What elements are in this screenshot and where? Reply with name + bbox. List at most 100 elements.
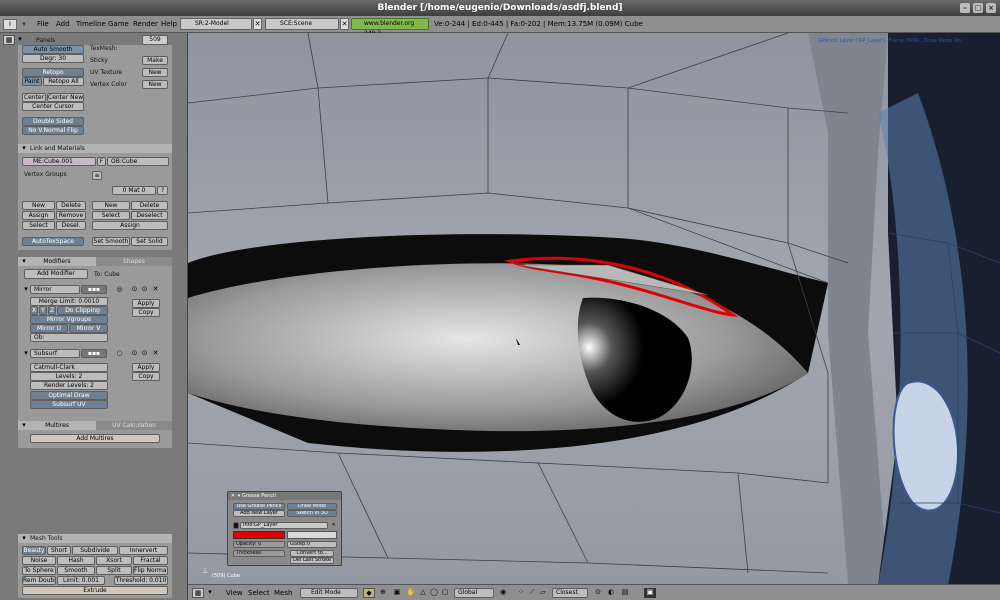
collapse-menu-icon[interactable]: ▾ bbox=[20, 20, 28, 29]
smooth-button[interactable]: Smooth bbox=[57, 566, 95, 575]
center-new-button[interactable]: Center New bbox=[47, 93, 84, 102]
menu-help[interactable]: Help bbox=[161, 20, 177, 28]
tab-shapes[interactable]: Shapes bbox=[96, 257, 172, 266]
select-edge-icon[interactable]: ⟋ bbox=[527, 588, 537, 598]
subsurf-apply-button[interactable]: Apply bbox=[132, 363, 160, 372]
retopo-button[interactable]: Retopo bbox=[22, 68, 84, 77]
vgroup-remove-button[interactable]: Remove bbox=[56, 211, 86, 220]
stroke-color-swatch[interactable] bbox=[233, 531, 285, 539]
pivot-icon[interactable]: ⊕ bbox=[378, 588, 388, 598]
screen-delete-icon[interactable]: ✕ bbox=[253, 18, 262, 30]
menu-select[interactable]: Select bbox=[248, 589, 270, 597]
modifiers-collapse-icon[interactable]: ▾ bbox=[20, 257, 28, 266]
layer-color-bar[interactable] bbox=[287, 531, 337, 539]
subsurf-levels-field[interactable]: Levels: 2 bbox=[30, 372, 108, 381]
noise-button[interactable]: Noise bbox=[22, 556, 56, 565]
menu-game[interactable]: Game bbox=[108, 20, 129, 28]
do-clipping-button[interactable]: Do Clipping bbox=[57, 306, 108, 315]
threshold-field[interactable]: Threshold: 0.010 bbox=[114, 576, 168, 585]
subsurf-move-up-icon[interactable]: ⊙ bbox=[130, 349, 139, 358]
tab-uv-calculation[interactable]: UV Calculation bbox=[96, 421, 172, 430]
mirror-u-button[interactable]: Mirror U bbox=[30, 324, 68, 333]
orientation-select[interactable]: Global bbox=[454, 588, 494, 598]
vertex-color-new-button[interactable]: New bbox=[142, 80, 168, 89]
limit-field[interactable]: Limit: 0.001 bbox=[57, 576, 105, 585]
split-button[interactable]: Split bbox=[96, 566, 132, 575]
draw-type-icon[interactable]: ◆ bbox=[363, 588, 375, 598]
to-sphere-button[interactable]: To Sphere bbox=[22, 566, 56, 575]
degr-field[interactable]: Degr: 30 bbox=[22, 54, 84, 63]
panels-collapse-icon[interactable]: ▾ bbox=[16, 35, 24, 45]
onion-skin-icon[interactable]: ◐ bbox=[606, 588, 616, 598]
mirror-move-down-icon[interactable]: ⊙ bbox=[140, 285, 149, 294]
hash-button[interactable]: Hash bbox=[57, 556, 95, 565]
link-materials-collapse-icon[interactable]: ▾ bbox=[20, 144, 28, 153]
material-select-button[interactable]: Select bbox=[92, 211, 130, 220]
subsurf-collapse-icon[interactable]: ▾ bbox=[22, 349, 30, 358]
multires-collapse-icon[interactable]: ▾ bbox=[20, 421, 28, 430]
layer-info-field[interactable]: Info:GP_Layer bbox=[240, 522, 328, 529]
mirror-object-field[interactable]: Ob: bbox=[30, 333, 108, 342]
snap-mode-select[interactable]: Closest bbox=[552, 588, 588, 598]
zoom-icon[interactable]: ▤ bbox=[620, 588, 630, 598]
auto-smooth-button[interactable]: Auto Smooth bbox=[22, 45, 84, 54]
subsurf-display-toggles[interactable]: ▪▪▪ bbox=[81, 349, 107, 358]
mirror-display-toggles[interactable]: ▪▪▪ bbox=[81, 285, 107, 294]
select-face-icon[interactable]: ▱ bbox=[538, 588, 548, 598]
blender-url-link[interactable]: www.blender.org 249.2 bbox=[351, 18, 429, 37]
use-grease-pencil-toggle[interactable]: Use Grease Pencil bbox=[233, 503, 285, 510]
opacity-slider[interactable]: Opacity: 0 bbox=[233, 541, 285, 548]
add-multires-button[interactable]: Add Multires bbox=[30, 434, 160, 443]
subsurf-render-levels-field[interactable]: Render Levels: 2 bbox=[30, 381, 108, 390]
mirror-v-button[interactable]: Mirror V bbox=[69, 324, 108, 333]
material-deselect-button[interactable]: Deselect bbox=[131, 211, 168, 220]
menu-file[interactable]: File bbox=[37, 20, 49, 28]
material-menu-button[interactable]: ? bbox=[157, 186, 168, 195]
subsurf-modifier-name[interactable]: Subsurf bbox=[30, 349, 80, 358]
frame-number-field[interactable]: 509 bbox=[142, 35, 168, 45]
rem-doubles-button[interactable]: Rem Doubl bbox=[22, 576, 56, 585]
sketch-in-3d-toggle[interactable]: Sketch in 3D bbox=[287, 510, 337, 517]
tab-modifiers[interactable]: Modifiers bbox=[18, 257, 96, 266]
innervert-button[interactable]: Innervert bbox=[119, 546, 168, 555]
mirror-vgroups-button[interactable]: Mirror Vgroups bbox=[30, 315, 108, 324]
mirror-move-up-icon[interactable]: ⊙ bbox=[130, 285, 139, 294]
add-new-layer-button[interactable]: Add New Layer bbox=[233, 510, 285, 517]
snap-target-icon[interactable]: ⊙ bbox=[593, 588, 603, 598]
rotate-icon[interactable]: ◯ bbox=[429, 588, 439, 598]
subsurf-cage-icon[interactable]: ○ bbox=[115, 349, 124, 358]
center-button[interactable]: Center bbox=[22, 93, 46, 102]
fake-user-button[interactable]: F bbox=[97, 157, 106, 166]
subsurf-move-down-icon[interactable]: ⊙ bbox=[140, 349, 149, 358]
short-toggle[interactable]: Short bbox=[47, 546, 71, 555]
vgroup-new-button[interactable]: New bbox=[22, 201, 55, 210]
buttons-window-icon[interactable]: ▦ bbox=[3, 35, 15, 45]
manipulator-icon[interactable]: ✋ bbox=[406, 588, 416, 598]
add-modifier-button[interactable]: Add Modifier bbox=[24, 269, 88, 279]
convert-to-button[interactable]: Convert to... bbox=[290, 550, 334, 557]
mirror-remove-icon[interactable]: ✕ bbox=[151, 285, 160, 294]
no-vnormal-flip-button[interactable]: No V.Normal Flip bbox=[22, 126, 84, 135]
gstep-field[interactable]: GStep:0 bbox=[287, 541, 337, 548]
vgroup-assign-button[interactable]: Assign bbox=[22, 211, 55, 220]
subsurf-remove-icon[interactable]: ✕ bbox=[151, 349, 160, 358]
mirror-modifier-name[interactable]: Mirror bbox=[30, 285, 80, 294]
vertex-group-menu-icon[interactable]: ≡ bbox=[92, 171, 102, 180]
layer-delete-icon[interactable]: ✕ bbox=[330, 522, 337, 529]
subsurf-type-select[interactable]: Catmull-Clark bbox=[30, 363, 108, 372]
mirror-axis-x[interactable]: X bbox=[30, 306, 38, 315]
maximize-icon[interactable]: □ bbox=[973, 3, 983, 13]
flip-normal-button[interactable]: Flip Normal bbox=[133, 566, 168, 575]
screen-selector[interactable]: SR:2-Model bbox=[180, 18, 252, 30]
menu-view[interactable]: View bbox=[226, 589, 243, 597]
close-icon[interactable]: × bbox=[986, 3, 996, 13]
draw-mode-toggle[interactable]: Draw Mode bbox=[287, 503, 337, 510]
vgroup-deselect-button[interactable]: Desel. bbox=[56, 221, 86, 230]
uv-texture-new-button[interactable]: New bbox=[142, 68, 168, 77]
vgroup-delete-button[interactable]: Delete bbox=[56, 201, 86, 210]
mesh-name-field[interactable]: ME:Cube.001 bbox=[22, 157, 96, 166]
xsort-button[interactable]: Xsort bbox=[96, 556, 132, 565]
material-delete-button[interactable]: Delete bbox=[131, 201, 168, 210]
vgroup-select-button[interactable]: Select bbox=[22, 221, 55, 230]
header-collapse-icon[interactable]: ▾ bbox=[206, 588, 214, 598]
